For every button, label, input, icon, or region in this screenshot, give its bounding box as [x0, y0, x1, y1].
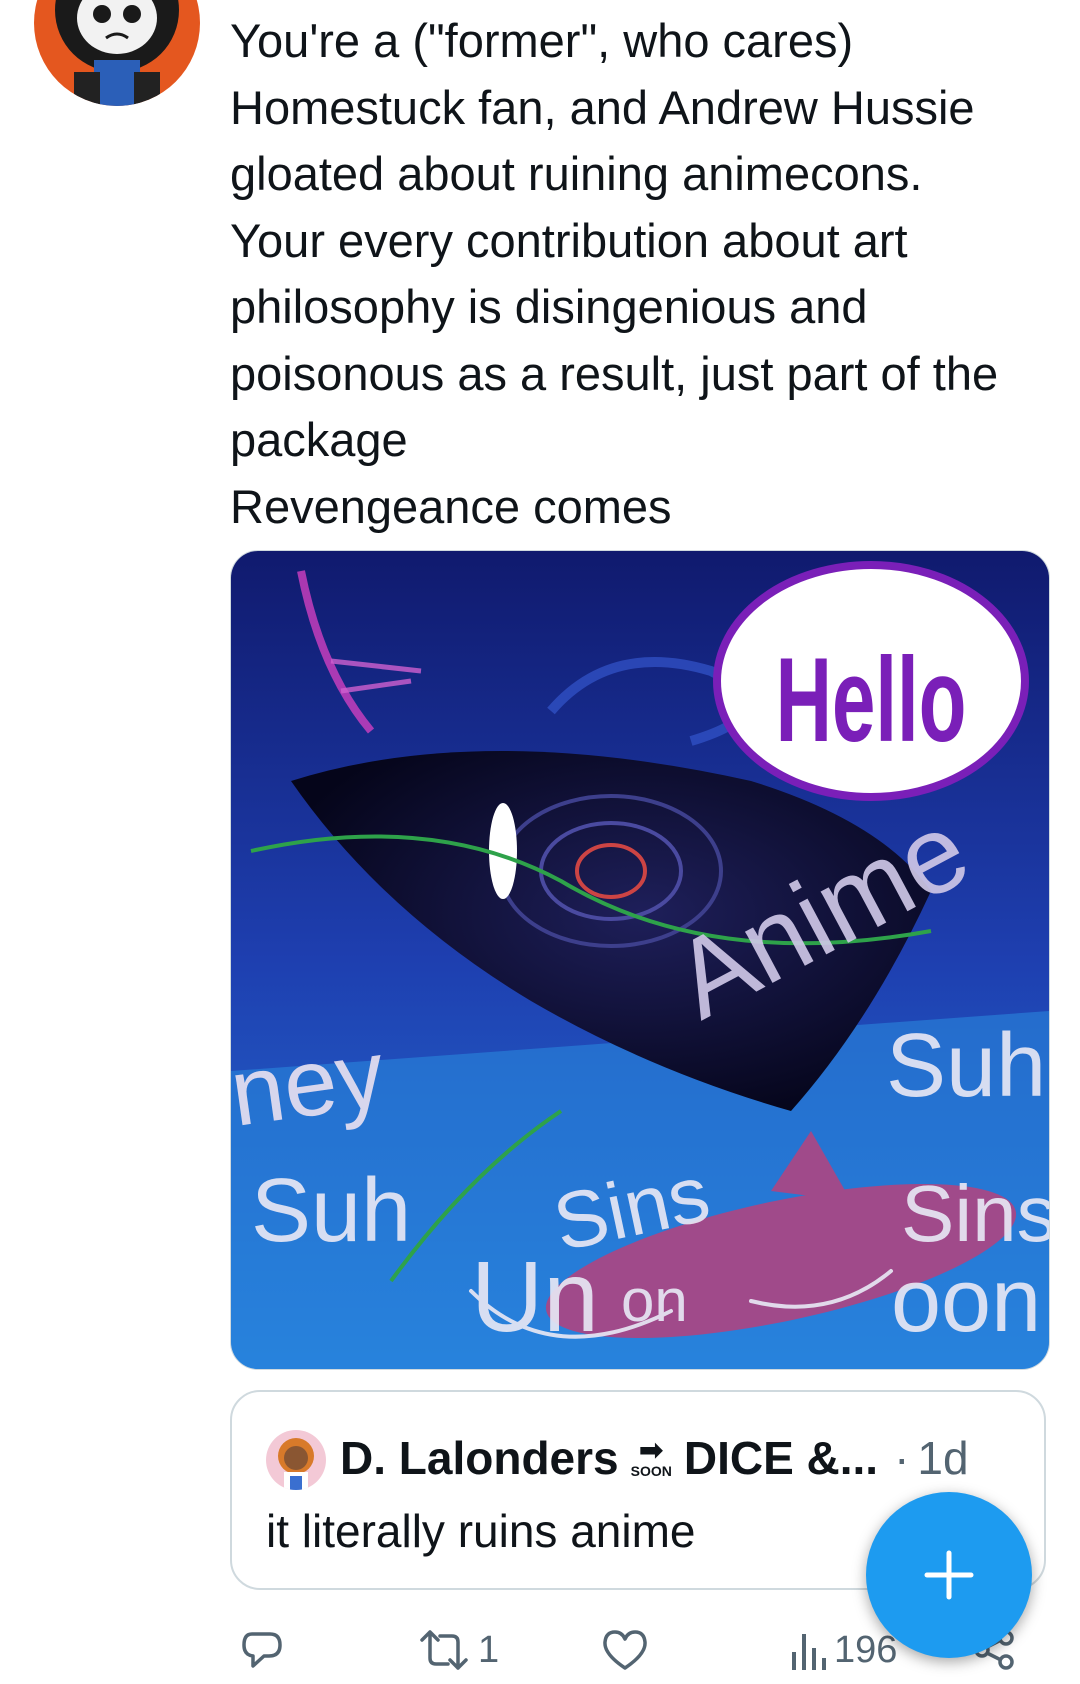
quote-timestamp: 1d — [917, 1432, 969, 1484]
tweet-text-line: poisonous as a result, just part of the — [230, 346, 999, 400]
bubble-text: Hello — [776, 633, 967, 767]
soon-badge-label: SOON — [630, 1463, 672, 1479]
tweet-text-line: Your every contribution about art — [230, 213, 908, 267]
tweet-text-line: package — [230, 413, 408, 466]
scribble-text: Suh — [251, 1161, 411, 1261]
views-count: 196 — [834, 1628, 898, 1671]
views-button[interactable]: 196 — [786, 1620, 897, 1680]
tweet-text: You're a ("former", who cares) Homestuck… — [230, 8, 1060, 540]
quote-header: D. Lalonders ➡ SOON DICE &... · 1d — [340, 1428, 969, 1488]
tweet-text-line: gloated about ruining animecons. — [230, 147, 923, 200]
like-icon — [603, 1630, 647, 1670]
scribble-text: ney — [231, 1020, 391, 1146]
tweet-text-line: philosophy is disingenious and — [230, 280, 868, 333]
quote-author-avatar — [266, 1430, 326, 1490]
compose-tweet-button[interactable] — [866, 1492, 1032, 1658]
arrow-right-icon: ➡ — [638, 1434, 664, 1467]
scribble-text: Sins — [901, 1169, 1049, 1258]
scribble-text: oon — [891, 1251, 1041, 1351]
reply-icon — [242, 1632, 282, 1668]
views-icon — [792, 1634, 826, 1670]
quote-author-suffix: DICE &... — [683, 1432, 879, 1484]
tweet-text-line: You're a ("former", who cares) — [230, 14, 854, 67]
scribble-text: Suh — [886, 1016, 1046, 1116]
like-button[interactable] — [600, 1620, 650, 1680]
retweet-button[interactable]: 1 — [414, 1620, 499, 1680]
quote-author-name: D. Lalonders — [340, 1432, 619, 1484]
tweet-text-line: Revengeance comes — [230, 479, 672, 533]
scribble-text: on — [621, 1267, 688, 1334]
reply-button[interactable] — [238, 1620, 286, 1680]
tweet-media-image[interactable]: Hello Anime Suh ney Suh Un Sins on Sins … — [230, 550, 1050, 1370]
retweet-count: 1 — [478, 1628, 500, 1671]
quote-separator: · — [894, 1432, 910, 1484]
tweet-text-line: Homestuck fan, and Andrew Hussie — [230, 80, 975, 134]
retweet-icon — [420, 1630, 468, 1670]
soon-badge: ➡ SOON — [630, 1434, 672, 1479]
author-avatar[interactable] — [34, 0, 200, 106]
quote-text: it literally ruins anime — [266, 1505, 696, 1557]
compose-plus-icon — [924, 1550, 974, 1600]
